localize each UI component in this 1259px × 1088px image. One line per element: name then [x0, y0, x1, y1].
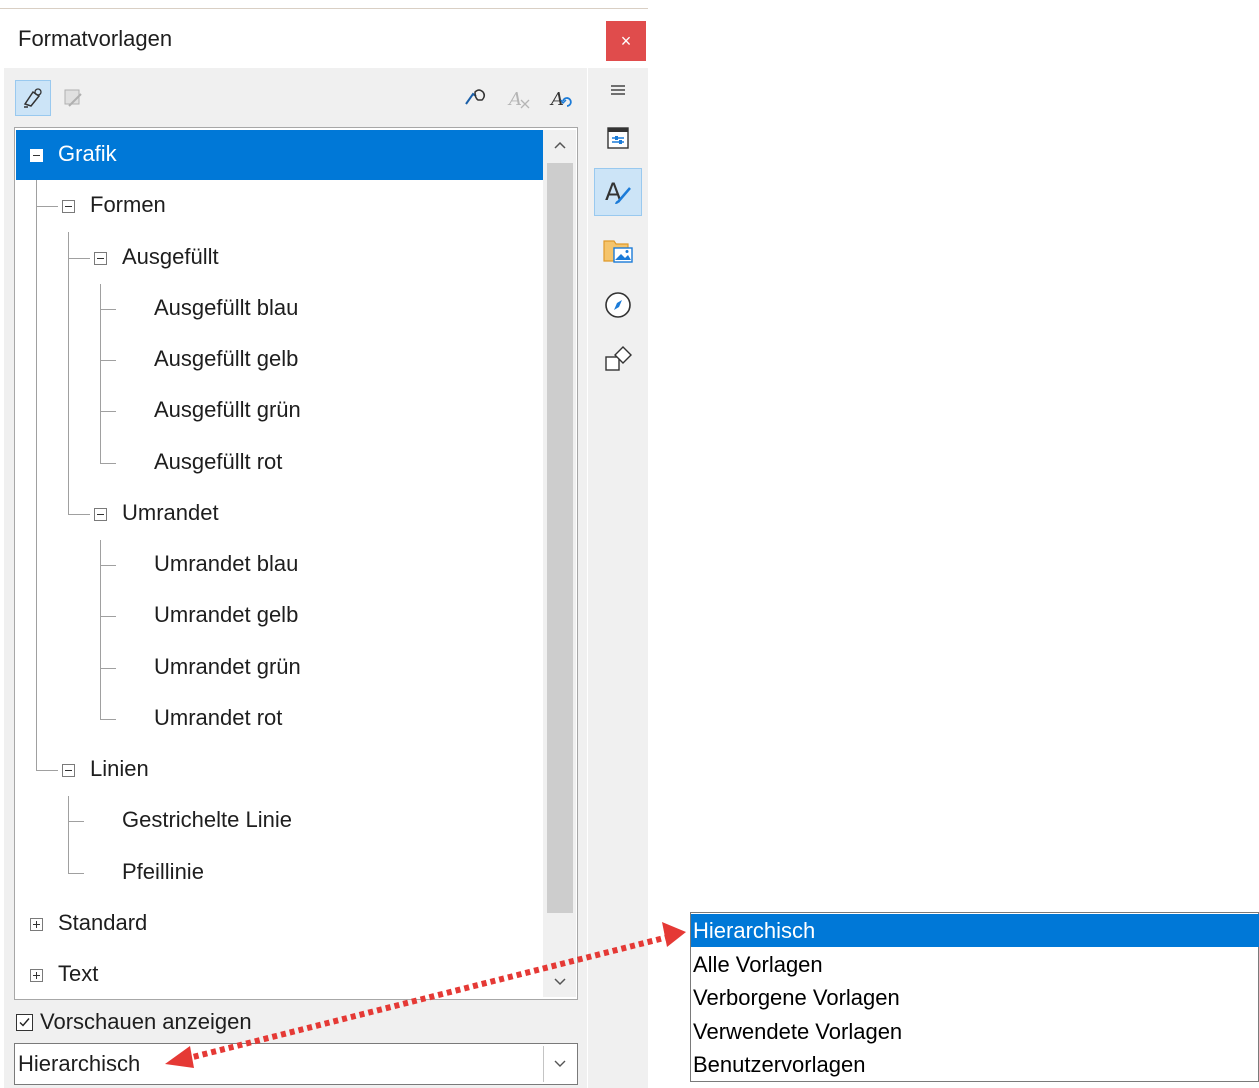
preview-checkbox-label[interactable]: Vorschauen anzeigen — [40, 1009, 252, 1035]
collapse-icon[interactable] — [62, 200, 75, 213]
sidebar-tab-properties[interactable] — [594, 114, 642, 162]
tree-item-label[interactable]: Umrandet grün — [154, 654, 301, 680]
preview-checkbox[interactable] — [16, 1014, 33, 1031]
navigator-icon — [605, 292, 631, 318]
tree-line — [36, 206, 58, 207]
tree-item-label[interactable]: Umrandet rot — [154, 705, 282, 731]
tree-line — [100, 540, 101, 719]
svg-text:A: A — [549, 89, 564, 110]
tree-line — [68, 873, 84, 874]
tree-line — [100, 616, 116, 617]
dropdown-option[interactable]: Verwendete Vorlagen — [691, 1015, 1259, 1048]
load-styles-button[interactable]: A — [543, 80, 579, 116]
tree-item-label[interactable]: Pfeillinie — [122, 859, 204, 885]
close-icon: × — [620, 30, 632, 51]
shapes-icon — [605, 346, 632, 371]
gallery-icon — [603, 240, 633, 263]
chevron-down-icon — [554, 1060, 566, 1067]
sidebar-tab-shapes[interactable] — [594, 335, 642, 383]
tree-line — [100, 565, 116, 566]
load-styles-icon: A — [549, 89, 572, 110]
collapse-icon[interactable] — [94, 252, 107, 265]
tree-line — [68, 514, 90, 515]
style-filter-value[interactable]: Hierarchisch — [18, 1051, 140, 1077]
tree-line — [100, 411, 116, 412]
sidebar-tabbar — [588, 68, 648, 1088]
tree-line — [100, 309, 116, 310]
panel-title: Formatvorlagen — [18, 26, 173, 51]
tree-line — [100, 668, 116, 669]
tree-line — [100, 719, 116, 720]
svg-text:A: A — [507, 89, 522, 110]
expand-icon[interactable] — [30, 918, 43, 931]
tree-line — [68, 796, 69, 873]
properties-icon — [607, 127, 629, 149]
tree-line — [68, 821, 84, 822]
tree-item-label[interactable]: Ausgefüllt blau — [154, 295, 298, 321]
scrollbar-thumb[interactable] — [547, 163, 573, 913]
tree-item-label[interactable]: Standard — [58, 910, 147, 936]
fill-format-icon — [23, 88, 42, 108]
tree-item-label[interactable]: Ausgefüllt rot — [154, 449, 282, 475]
tree-item-label[interactable]: Umrandet — [122, 500, 219, 526]
tree-item-label[interactable]: Formen — [90, 192, 166, 218]
sidebar-tab-navigator[interactable] — [594, 281, 642, 329]
collapse-icon[interactable] — [30, 149, 43, 162]
dropdown-option[interactable]: Verborgene Vorlagen — [691, 981, 1259, 1014]
fill-format-disabled-icon — [64, 89, 82, 107]
menu-icon — [611, 85, 625, 95]
sidebar-tab-styles[interactable]: A — [594, 168, 642, 216]
tree-item-label[interactable]: Ausgefüllt — [122, 244, 219, 270]
collapse-icon[interactable] — [94, 508, 107, 521]
collapse-icon[interactable] — [62, 764, 75, 777]
tree-line — [100, 360, 116, 361]
dropdown-option[interactable]: Alle Vorlagen — [691, 948, 1259, 981]
scroll-down-button[interactable] — [543, 967, 576, 997]
styles-icon: A — [605, 178, 631, 206]
tree-line — [100, 284, 101, 463]
tree-item-label[interactable]: Linien — [90, 756, 149, 782]
new-style-button[interactable] — [458, 80, 494, 116]
top-divider — [0, 8, 648, 9]
fill-format-button[interactable] — [15, 80, 51, 116]
tree-line — [36, 180, 37, 770]
update-style-icon: A — [507, 89, 530, 110]
tree-item-label[interactable]: Umrandet blau — [154, 551, 298, 577]
chevron-down-icon — [553, 978, 566, 986]
tree-line — [36, 770, 58, 771]
tree-item-label[interactable]: Gestrichelte Linie — [122, 807, 292, 833]
tree-item-label[interactable]: Text — [58, 961, 98, 987]
tree-line — [100, 463, 116, 464]
scroll-up-button[interactable] — [543, 130, 576, 160]
dropdown-option[interactable]: Hierarchisch — [691, 914, 1259, 947]
fill-format-disabled-button[interactable] — [55, 80, 91, 116]
close-button[interactable]: × — [606, 21, 646, 61]
tree-item-label[interactable]: Grafik — [58, 141, 117, 167]
tree-item-label[interactable]: Ausgefüllt gelb — [154, 346, 298, 372]
expand-icon[interactable] — [30, 969, 43, 982]
dropdown-option[interactable]: Benutzervorlagen — [691, 1048, 1259, 1081]
tree-line — [68, 258, 90, 259]
sidebar-menu-button[interactable] — [594, 66, 642, 114]
chevron-up-icon — [553, 141, 566, 149]
checkmark-icon — [19, 1018, 30, 1027]
tree-item-label[interactable]: Umrandet gelb — [154, 602, 298, 628]
new-style-from-selection-icon — [465, 89, 486, 105]
tree-item-label[interactable]: Ausgefüllt grün — [154, 397, 301, 423]
sidebar-tab-gallery[interactable] — [594, 226, 642, 274]
update-style-button[interactable]: A — [501, 80, 537, 116]
style-filter-dropdown-button[interactable] — [543, 1046, 576, 1082]
tree-line — [68, 232, 69, 514]
